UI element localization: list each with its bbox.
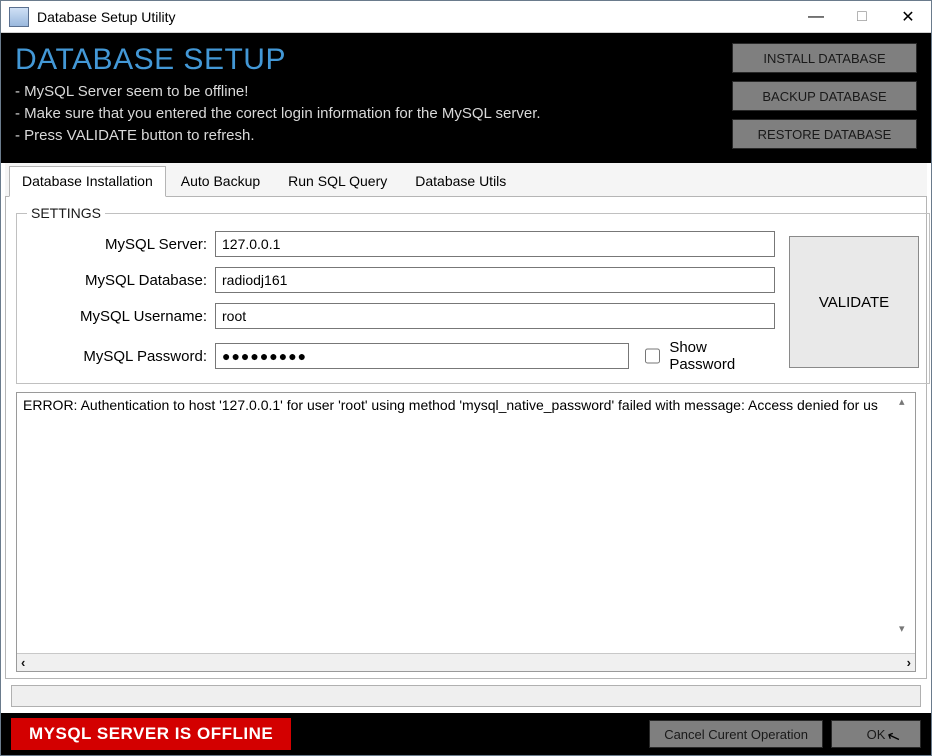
- scroll-left-icon[interactable]: ‹: [21, 655, 25, 670]
- app-icon: [9, 7, 29, 27]
- mysql-password-input[interactable]: [215, 343, 629, 369]
- tab-database-utils[interactable]: Database Utils: [402, 166, 519, 197]
- validate-button[interactable]: VALIDATE: [789, 236, 919, 368]
- vertical-scroll-indicator: ▴▾: [899, 395, 913, 635]
- tab-content: SETTINGS MySQL Server: VALIDATE MySQL Da…: [5, 197, 927, 679]
- header-line-3: - Press VALIDATE button to refresh.: [15, 125, 722, 147]
- log-output: ERROR: Authentication to host '127.0.0.1…: [16, 392, 916, 672]
- header-band: DATABASE SETUP - MySQL Server seem to be…: [1, 33, 931, 163]
- header-messages: - MySQL Server seem to be offline! - Mak…: [15, 81, 722, 146]
- maximize-button[interactable]: □: [839, 1, 885, 32]
- settings-fieldset: SETTINGS MySQL Server: VALIDATE MySQL Da…: [16, 205, 930, 384]
- show-password-checkbox-wrap[interactable]: Show Password: [641, 339, 775, 373]
- window-title: Database Setup Utility: [37, 9, 176, 25]
- label-mysql-password: MySQL Password:: [27, 348, 207, 365]
- label-mysql-database: MySQL Database:: [27, 272, 207, 289]
- show-password-checkbox[interactable]: [645, 348, 661, 364]
- backup-database-button[interactable]: BACKUP DATABASE: [732, 81, 917, 111]
- close-button[interactable]: ✕: [885, 1, 931, 32]
- mysql-username-input[interactable]: [215, 303, 775, 329]
- footer: MYSQL SERVER IS OFFLINE Cancel Curent Op…: [1, 713, 931, 755]
- mysql-server-input[interactable]: [215, 231, 775, 257]
- header-line-1: - MySQL Server seem to be offline!: [15, 81, 722, 103]
- tabs-row: Database Installation Auto Backup Run SQ…: [5, 163, 927, 197]
- cancel-button[interactable]: Cancel Curent Operation: [649, 720, 823, 748]
- page-title: DATABASE SETUP: [15, 43, 722, 77]
- scroll-right-icon[interactable]: ›: [907, 655, 911, 670]
- tab-run-sql-query[interactable]: Run SQL Query: [275, 166, 400, 197]
- label-mysql-username: MySQL Username:: [27, 308, 207, 325]
- tab-database-installation[interactable]: Database Installation: [9, 166, 166, 197]
- install-database-button[interactable]: INSTALL DATABASE: [732, 43, 917, 73]
- progress-bar: [11, 685, 921, 707]
- app-window: Database Setup Utility — □ ✕ DATABASE SE…: [0, 0, 932, 756]
- mysql-database-input[interactable]: [215, 267, 775, 293]
- cursor-icon: ↖: [884, 725, 903, 748]
- restore-database-button[interactable]: RESTORE DATABASE: [732, 119, 917, 149]
- ok-button[interactable]: OK ↖: [831, 720, 921, 748]
- settings-legend: SETTINGS: [27, 205, 105, 221]
- header-line-2: - Make sure that you entered the corect …: [15, 103, 722, 125]
- log-text[interactable]: ERROR: Authentication to host '127.0.0.1…: [17, 393, 915, 653]
- minimize-button[interactable]: —: [793, 1, 839, 32]
- titlebar: Database Setup Utility — □ ✕: [1, 1, 931, 33]
- status-badge: MYSQL SERVER IS OFFLINE: [11, 718, 291, 750]
- label-mysql-server: MySQL Server:: [27, 236, 207, 253]
- tab-auto-backup[interactable]: Auto Backup: [168, 166, 273, 197]
- horizontal-scrollbar[interactable]: ‹ ›: [17, 653, 915, 671]
- show-password-label: Show Password: [669, 339, 775, 373]
